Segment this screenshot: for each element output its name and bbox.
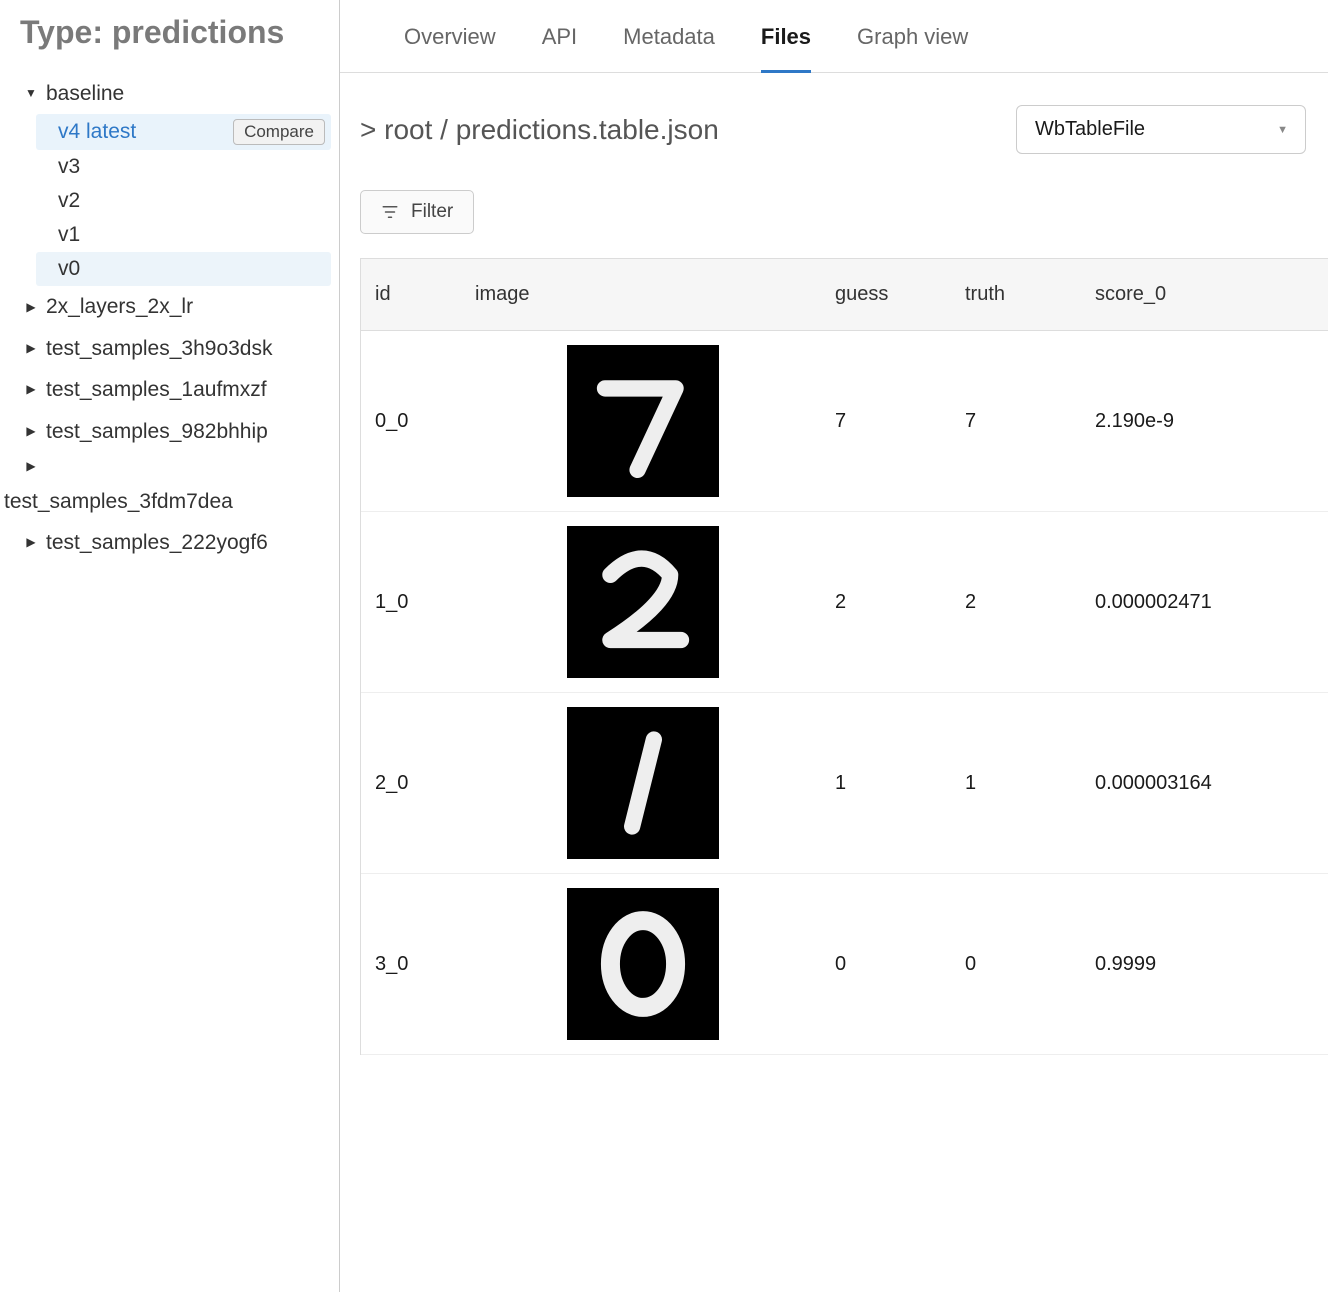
tree-item-label: test_samples_222yogf6: [46, 528, 268, 557]
cell-id: 0_0: [361, 396, 461, 447]
tree-item-label: test_samples_1aufmxzf: [46, 375, 267, 404]
cell-image: [461, 874, 821, 1054]
table-row[interactable]: 2_0 1 1 0.000003164: [361, 693, 1328, 874]
chevron-down-icon: [22, 85, 40, 102]
version-label: v0: [58, 257, 80, 281]
tree-item-samples-3h9o3dsk[interactable]: test_samples_3h9o3dsk: [18, 328, 331, 369]
mnist-digit-0: [567, 888, 719, 1040]
chevron-right-icon: [22, 458, 40, 475]
cell-guess: 0: [821, 939, 951, 990]
tree-item-label: test_samples_3fdm7dea: [4, 487, 233, 516]
cell-guess: 2: [821, 577, 951, 628]
cell-image: [461, 512, 821, 692]
tree-item-label: test_samples_3h9o3dsk: [46, 334, 272, 363]
tab-graph-view[interactable]: Graph view: [857, 24, 968, 72]
version-label: v1: [58, 223, 80, 247]
col-guess[interactable]: guess: [821, 259, 951, 330]
cell-guess: 7: [821, 396, 951, 447]
tree-item-samples-3fdm7dea[interactable]: test_samples_3fdm7dea: [18, 452, 331, 522]
cell-truth: 1: [951, 758, 1081, 809]
compare-button[interactable]: Compare: [233, 119, 325, 145]
chevron-right-icon: [22, 534, 40, 551]
version-label: v3: [58, 155, 80, 179]
col-truth[interactable]: truth: [951, 259, 1081, 330]
filter-button[interactable]: Filter: [360, 190, 474, 234]
mnist-digit-7: [567, 345, 719, 497]
chevron-right-icon: [22, 299, 40, 316]
mnist-digit-2: [567, 526, 719, 678]
mnist-digit-1: [567, 707, 719, 859]
cell-truth: 0: [951, 939, 1081, 990]
version-label: v4 latest: [58, 120, 136, 144]
cell-score0: 0.000003164: [1081, 758, 1281, 809]
table-row[interactable]: 0_0 7 7 2.190e-9: [361, 331, 1328, 512]
col-image[interactable]: image: [461, 259, 821, 330]
version-v1[interactable]: v1: [36, 218, 331, 252]
chevron-right-icon: [22, 423, 40, 440]
path-row: > root / predictions.table.json WbTableF…: [340, 73, 1328, 154]
version-list: v4 latest Compare v3 v2 v1 v0: [36, 114, 331, 286]
cell-truth: 7: [951, 396, 1081, 447]
filter-label: Filter: [411, 201, 453, 223]
filter-row: Filter: [340, 154, 1328, 258]
col-score0[interactable]: score_0: [1081, 259, 1281, 330]
sidebar: Type: predictions baseline v4 latest Com…: [0, 0, 340, 1292]
table-row[interactable]: 1_0 2 2 0.000002471: [361, 512, 1328, 693]
tree-item-label: 2x_layers_2x_lr: [46, 292, 193, 321]
cell-truth: 2: [951, 577, 1081, 628]
version-v4[interactable]: v4 latest Compare: [36, 114, 331, 150]
version-v0[interactable]: v0: [36, 252, 331, 286]
version-label: v2: [58, 189, 80, 213]
cell-image: [461, 331, 821, 511]
chevron-right-icon: [22, 340, 40, 357]
cell-score0: 0.000002471: [1081, 577, 1281, 628]
cell-id: 3_0: [361, 939, 461, 990]
chevron-right-icon: [22, 381, 40, 398]
cell-id: 1_0: [361, 577, 461, 628]
tree-item-samples-1aufmxzf[interactable]: test_samples_1aufmxzf: [18, 369, 331, 410]
tabs: Overview API Metadata Files Graph view: [340, 0, 1328, 73]
predictions-table: id image guess truth score_0 0_0 7 7 2.1…: [360, 258, 1328, 1055]
table-row[interactable]: 3_0 0 0 0.9999: [361, 874, 1328, 1055]
table-header: id image guess truth score_0: [361, 259, 1328, 331]
artifact-tree: baseline v4 latest Compare v3 v2 v1 v0 2…: [18, 73, 331, 564]
tab-overview[interactable]: Overview: [404, 24, 496, 72]
tree-item-samples-982bhhip[interactable]: test_samples_982bhhip: [18, 411, 331, 452]
cell-id: 2_0: [361, 758, 461, 809]
tree-item-samples-222yogf6[interactable]: test_samples_222yogf6: [18, 522, 331, 563]
cell-score0: 0.9999: [1081, 939, 1281, 990]
select-value: WbTableFile: [1035, 118, 1145, 140]
tree-item-label: test_samples_982bhhip: [46, 417, 268, 446]
caret-down-icon: ▼: [1277, 124, 1288, 136]
tab-api[interactable]: API: [542, 24, 577, 72]
tab-files[interactable]: Files: [761, 24, 811, 73]
cell-score0: 2.190e-9: [1081, 396, 1281, 447]
version-v2[interactable]: v2: [36, 184, 331, 218]
filter-icon: [381, 203, 399, 221]
sidebar-title: Type: predictions: [18, 14, 331, 51]
tab-metadata[interactable]: Metadata: [623, 24, 715, 72]
main-panel: Overview API Metadata Files Graph view >…: [340, 0, 1328, 1292]
tree-item-label: baseline: [46, 79, 124, 108]
tree-item-2x-layers[interactable]: 2x_layers_2x_lr: [18, 286, 331, 327]
col-id[interactable]: id: [361, 259, 461, 330]
viewer-select[interactable]: WbTableFile ▼: [1016, 105, 1306, 154]
tree-item-baseline[interactable]: baseline: [18, 73, 331, 114]
version-v3[interactable]: v3: [36, 150, 331, 184]
cell-guess: 1: [821, 758, 951, 809]
cell-image: [461, 693, 821, 873]
breadcrumb[interactable]: > root / predictions.table.json: [360, 114, 719, 146]
